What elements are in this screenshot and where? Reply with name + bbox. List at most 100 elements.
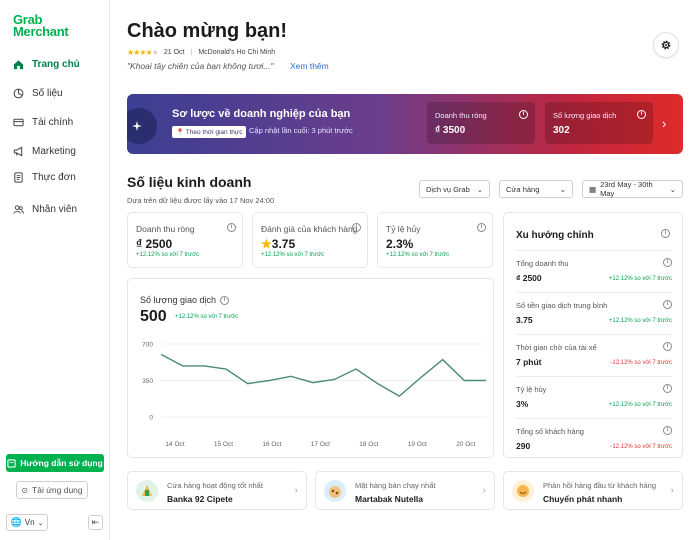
- see-more-link[interactable]: Xem thêm: [290, 61, 329, 71]
- kpi-change: +12.12% so với 7 trước: [261, 252, 325, 258]
- kpi-label: Doanh thu ròng: [136, 224, 195, 234]
- star-icon: ★: [261, 237, 272, 251]
- trend-total-customers[interactable]: Tổng số khách hàng 290 -12.12% so với 7 …: [516, 418, 672, 458]
- sidebar-item-staff[interactable]: Nhân viên: [13, 204, 77, 215]
- wallet-icon: [13, 118, 24, 127]
- gear-icon: [661, 40, 671, 50]
- x-tick-label: 18 Oct: [359, 441, 378, 448]
- chevron-down-icon: ⌄: [669, 184, 676, 194]
- kpi-label: Đánh giá của khách hàng: [261, 224, 358, 234]
- info-icon[interactable]: i: [637, 110, 646, 119]
- info-icon[interactable]: i: [663, 300, 672, 309]
- trend-value: 3.75: [516, 315, 533, 325]
- language-selector[interactable]: 🌐 Vn ⌄: [6, 514, 48, 531]
- sparkle-icon: [127, 108, 157, 144]
- page-title: Chào mừng bạn!: [127, 20, 288, 42]
- sidebar-item-marketing[interactable]: Marketing: [13, 146, 76, 157]
- sidebar-item-finance[interactable]: Tài chính: [13, 117, 73, 128]
- settings-button[interactable]: [653, 32, 679, 58]
- business-overview-banner[interactable]: Sơ lược về doanh nghiệp của bạn 📍 Theo t…: [127, 94, 683, 154]
- trend-value: 7 phút: [516, 357, 542, 367]
- sidebar-item-label: Tài chính: [32, 117, 74, 128]
- main-content: Chào mừng bạn! ★★★★★ 21 Oct | McDonald's…: [110, 0, 700, 540]
- date-range-filter[interactable]: ▦ 23rd May - 30th May ⌄: [582, 180, 683, 198]
- transactions-line-chart[interactable]: 700 350 0 14 Oct 15 Oct 16 Oct 17 Oct 18 Oct 19 …: [128, 334, 495, 454]
- highlight-value: Martabak Nutella: [355, 494, 424, 504]
- y-tick-label: 700: [142, 342, 153, 349]
- trend-cancellation-rate[interactable]: Tỷ lệ hủy 3% +12.12% so với 7 trước i: [516, 376, 672, 416]
- stat-label: Số lượng giao dịch: [553, 111, 617, 120]
- sidebar-item-label: Marketing: [32, 146, 76, 157]
- highlight-label: Mặt hàng bán chạy nhất: [355, 481, 436, 490]
- info-icon[interactable]: i: [663, 342, 672, 351]
- sidebar: Grab Merchant Trang chủ Số liệu Tài chín…: [0, 0, 110, 540]
- chevron-down-icon: ⌄: [559, 184, 566, 194]
- chart-value: 500: [140, 308, 167, 325]
- info-icon[interactable]: i: [352, 223, 361, 232]
- trend-driver-wait-time[interactable]: Thời gian chờ của tài xế 7 phút -12.12% …: [516, 334, 672, 374]
- chart-icon: [13, 88, 24, 99]
- kpi-change: +12.12% so với 7 trước: [136, 252, 200, 258]
- info-icon[interactable]: i: [227, 223, 236, 232]
- pin-icon: 📍: [176, 129, 185, 136]
- y-tick-label: 0: [149, 415, 153, 422]
- user-guide-button[interactable]: Hướng dẫn sử dụng: [6, 454, 104, 472]
- best-selling-item-card[interactable]: Mặt hàng bán chạy nhất Martabak Nutella …: [315, 471, 495, 510]
- sidebar-item-stats[interactable]: Số liệu: [13, 88, 63, 99]
- trend-value: ₫ 2500: [516, 273, 542, 283]
- realtime-badge: 📍 Theo thời gian thực: [172, 126, 247, 138]
- kpi-label: Tỷ lệ hủy: [386, 224, 421, 234]
- highlight-value: Chuyển phát nhanh: [543, 494, 623, 504]
- service-filter[interactable]: Dịch vụ Grab ⌄: [419, 180, 490, 198]
- business-metrics-subtitle: Dựa trên dữ liệu được lấy vào 17 Nov 24:…: [127, 196, 275, 205]
- best-store-card[interactable]: Cửa hàng hoạt động tốt nhất Banka 92 Cip…: [127, 471, 307, 510]
- store-filter-value: Cửa hàng: [506, 184, 540, 194]
- banner-stat-net-revenue: Doanh thu ròng ₫ 3500 i: [427, 102, 535, 144]
- sidebar-item-home[interactable]: Trang chủ: [13, 59, 80, 70]
- chart-change: +12.12% so với 7 trước: [175, 314, 239, 320]
- trend-total-revenue[interactable]: Tổng doanh thu ₫ 2500 +12.12% so với 7 t…: [516, 250, 672, 290]
- top-feedback-card[interactable]: Phản hồi hàng đầu từ khách hàng Chuyển p…: [503, 471, 683, 510]
- feedback-thumbnail: [512, 480, 534, 502]
- people-icon: [13, 205, 24, 214]
- collapse-sidebar-button[interactable]: ⇤: [88, 515, 103, 530]
- arrow-left-icon: ⇤: [91, 517, 100, 527]
- sidebar-item-label: Trang chủ: [32, 59, 80, 70]
- download-app-label: Tải ứng dụng: [32, 485, 83, 495]
- info-icon[interactable]: i: [663, 426, 672, 435]
- store-thumbnail: [136, 480, 158, 502]
- key-trends-card: Xu hướng chính i Tổng doanh thu ₫ 2500 +…: [503, 212, 683, 458]
- trend-value: 290: [516, 441, 531, 451]
- banner-stat-transactions: Số lượng giao dịch 302 i: [545, 102, 653, 144]
- kpi-value: ₫ 2500: [136, 237, 173, 251]
- x-tick-label: 15 Oct: [214, 441, 233, 448]
- info-icon[interactable]: i: [663, 384, 672, 393]
- info-icon[interactable]: i: [219, 295, 229, 305]
- stat-value: 302: [553, 125, 570, 136]
- business-metrics-title: Số liệu kinh doanh: [127, 174, 252, 190]
- user-guide-label: Hướng dẫn sử dụng: [20, 458, 103, 468]
- kpi-customer-rating[interactable]: Đánh giá của khách hàng ★3.75 +12.12% so…: [252, 212, 368, 268]
- kpi-value: 2.3%: [386, 237, 414, 251]
- trend-label: Tổng doanh thu: [516, 259, 569, 268]
- store-filter[interactable]: Cửa hàng ⌄: [499, 180, 573, 198]
- trend-value: 3%: [516, 399, 529, 409]
- book-icon: [7, 458, 16, 468]
- info-icon[interactable]: i: [663, 258, 672, 267]
- calendar-icon: ▦: [589, 184, 597, 194]
- info-icon[interactable]: i: [661, 229, 670, 238]
- info-icon[interactable]: i: [477, 223, 486, 232]
- info-icon[interactable]: i: [519, 110, 528, 119]
- trend-label: Số tiền giao dịch trung bình: [516, 301, 608, 310]
- grab-merchant-logo[interactable]: Grab Merchant: [13, 13, 69, 38]
- trend-change: +12.12% so với 7 trước: [608, 402, 672, 408]
- trend-change: -12.12% so với 7 trước: [610, 360, 672, 366]
- chevron-right-icon[interactable]: ›: [662, 116, 666, 131]
- download-app-button[interactable]: ⊙ Tải ứng dụng: [16, 481, 88, 499]
- sidebar-item-menu[interactable]: Thực đơn: [13, 172, 76, 183]
- latest-review-meta: ★★★★★ 21 Oct | McDonald's Ho Chi Minh: [127, 48, 276, 57]
- kpi-net-revenue[interactable]: Doanh thu ròng ₫ 2500 +12.12% so với 7 t…: [127, 212, 243, 268]
- kpi-cancellation-rate[interactable]: Tỷ lệ hủy 2.3% +12.12% so với 7 trước i: [377, 212, 493, 268]
- trend-avg-transaction[interactable]: Số tiền giao dịch trung bình 3.75 +12.12…: [516, 292, 672, 332]
- realtime-badge-label: Theo thời gian thực: [185, 129, 243, 136]
